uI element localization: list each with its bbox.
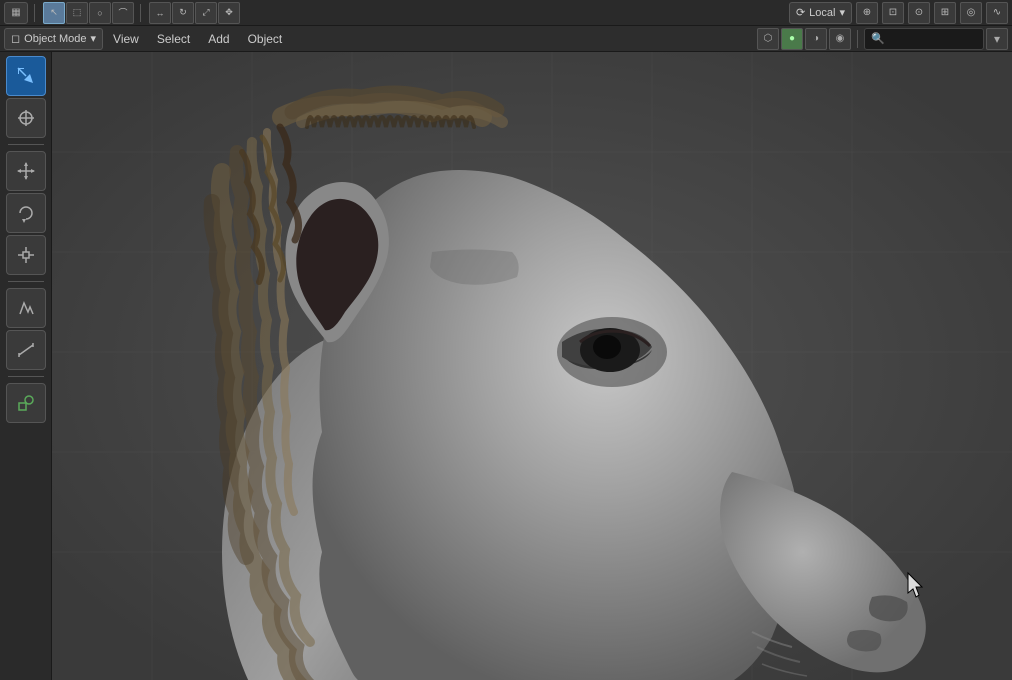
orientation-icon: ⟳ [796,6,805,19]
transform-tool-button[interactable]: ✥ [218,2,240,24]
rotate-tool[interactable] [6,193,46,233]
rotate-tool-button[interactable]: ↻ [172,2,194,24]
move-tool-button[interactable]: ↔ [149,2,171,24]
menu-select[interactable]: Select [149,28,198,50]
top-bar: ▦ ↖ ⬚ ○ ⌒ ↔ ↻ ⤢ ✥ ⟳ Local ▾ ⊕ ⊡ ⊙ ⊞ ◎ ∿ [0,0,1012,26]
toolbar-separator-1 [8,144,44,145]
orientation-arrow: ▾ [839,6,845,19]
orientation-label: Local [809,7,835,19]
move-tool[interactable] [6,151,46,191]
toolbar-separator-2 [8,281,44,282]
box-select-button[interactable]: ⬚ [66,2,88,24]
measure-tool[interactable] [6,330,46,370]
menu-bar: ◻ Object Mode ▾ View Select Add Object ⬡… [0,26,1012,52]
viewport-options-dropdown[interactable]: ▾ [986,28,1008,50]
select-tool-button[interactable]: ↖ [43,2,65,24]
menu-view[interactable]: View [105,28,147,50]
search-bar[interactable]: 🔍 [864,28,984,50]
mode-icon: ◻ [11,32,20,45]
wireframe-shading-button[interactable]: ⬡ [757,28,779,50]
mode-arrow: ▾ [91,32,97,45]
rendered-shading-button[interactable]: ◉ [829,28,851,50]
scale-tool[interactable] [6,235,46,275]
left-toolbar [0,52,52,680]
proportional-edit-button[interactable]: ⊙ [908,2,930,24]
mode-dropdown[interactable]: ◻ Object Mode ▾ [4,28,103,50]
search-icon: 🔍 [871,32,885,45]
options-button-1[interactable]: ⊞ [934,2,956,24]
select-tools-group: ↖ ⬚ ○ ⌒ [43,2,134,24]
options-button-2[interactable]: ◎ [960,2,982,24]
editor-icon: ▦ [11,7,20,18]
select-box-tool[interactable] [6,56,46,96]
menu-object[interactable]: Object [240,28,291,50]
viewport-canvas [52,52,1012,680]
animation-button[interactable]: ∿ [986,2,1008,24]
snap-button[interactable]: ⊡ [882,2,904,24]
material-shading-button[interactable]: ◑ [805,28,827,50]
scale-tool-button[interactable]: ⤢ [195,2,217,24]
transform-orientation-dropdown[interactable]: ⟳ Local ▾ [789,2,852,24]
transform-tools-group: ↔ ↻ ⤢ ✥ [149,2,240,24]
transform-pivot-button[interactable]: ⊕ [856,2,878,24]
viewport[interactable] [52,52,1012,680]
mode-label: Object Mode [24,33,86,45]
cursor-tool[interactable] [6,98,46,138]
add-primitive-tool[interactable] [6,383,46,423]
editor-type-button[interactable]: ▦ [4,2,28,24]
toolbar-separator-3 [8,376,44,377]
menu-add[interactable]: Add [200,28,237,50]
circle-select-button[interactable]: ○ [89,2,111,24]
annotate-tool[interactable] [6,288,46,328]
lasso-select-button[interactable]: ⌒ [112,2,134,24]
solid-shading-button[interactable]: ● [781,28,803,50]
